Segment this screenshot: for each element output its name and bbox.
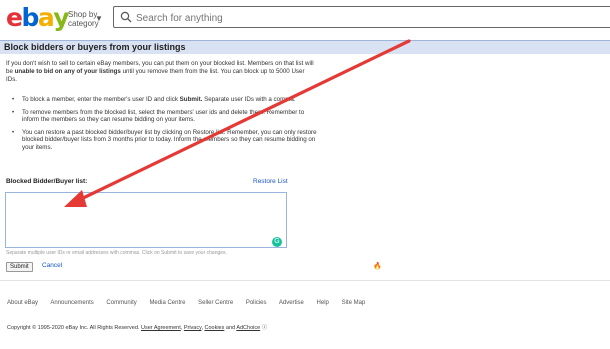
logo-letter-a: a [37,3,55,32]
privacy-link[interactable]: Privacy [184,325,202,331]
grammarly-icon[interactable]: G [272,237,282,247]
search-box [113,6,610,28]
footer-link-announcements[interactable]: Announcements [50,300,93,306]
footer-link-community[interactable]: Community [106,300,136,306]
submit-button[interactable]: Submit [6,262,33,272]
cookies-link[interactable]: Cookies [205,325,225,331]
blocked-list-label: Blocked Bidder/Buyer list: [6,178,88,185]
intro-bold: unable to bid on any of your listings [14,68,121,75]
legal-separator: and [224,325,237,331]
cancel-link[interactable]: Cancel [42,262,62,269]
instruction-block-bold: Submit. [179,96,203,103]
intro-text: If you don't wish to sell to certain eBa… [6,60,316,84]
copyright-text: Copyright © 1995-2020 eBay Inc. All Righ… [7,325,141,331]
page-title-bar: Block bidders or buyers from your listin… [0,40,610,54]
adchoice-icon: ⓘ [261,325,268,331]
footer-link-site-map[interactable]: Site Map [342,300,366,306]
search-input[interactable] [134,10,438,26]
adchoice-link[interactable]: AdChoice [236,325,260,331]
instruction-block: To block a member, enter the member's us… [12,96,317,104]
footer-links: About eBay Announcements Community Media… [7,300,376,306]
footer-link-seller-centre[interactable]: Seller Centre [198,300,233,306]
instruction-block-text-b: Separate user IDs with a comma. [202,96,296,103]
flame-icon: 🔥 [373,263,382,270]
restore-list-link[interactable]: Restore List [253,178,288,185]
chevron-down-icon[interactable]: ▼ [95,14,103,23]
ebay-logo[interactable]: ebay [6,3,70,32]
copyright-line: Copyright © 1995-2020 eBay Inc. All Righ… [7,323,267,331]
footer-link-help[interactable]: Help [317,300,329,306]
input-hint: Separate multiple user IDs or email addr… [6,250,227,256]
instruction-remove: To remove members from the blocked list,… [12,109,317,124]
footer-link-media-centre[interactable]: Media Centre [149,300,185,306]
logo-letter-e: e [6,3,23,32]
page-title: Block bidders or buyers from your listin… [4,42,186,52]
logo-letter-y: y [53,3,69,32]
blocked-list-textarea[interactable] [5,192,287,248]
user-agreement-link[interactable]: User Agreement [141,325,181,331]
instruction-block-text-a: To block a member, enter the member's us… [22,96,180,103]
footer-link-advertise[interactable]: Advertise [279,300,304,306]
logo-letter-b: b [21,3,39,32]
site-header: ebay Shop by category ▼ [0,0,610,36]
instruction-restore: You can restore a past blocked bidder/bu… [12,129,317,152]
footer-link-about[interactable]: About eBay [7,300,38,306]
instructions-list: To block a member, enter the member's us… [12,96,317,156]
footer-link-policies[interactable]: Policies [246,300,267,306]
search-icon [120,11,132,23]
footer-divider [0,280,610,281]
